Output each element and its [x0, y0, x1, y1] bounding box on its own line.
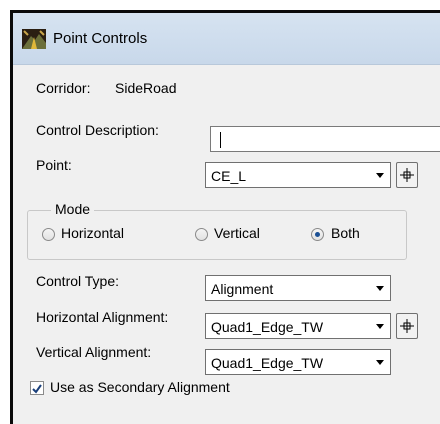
text-caret: [220, 132, 221, 148]
radio-both-label[interactable]: Both: [331, 225, 360, 241]
horizontal-alignment-value: Quad1_Edge_TW: [211, 319, 324, 335]
control-type-dropdown[interactable]: Alignment: [205, 275, 391, 301]
horizontal-alignment-dropdown[interactable]: Quad1_Edge_TW: [205, 313, 391, 339]
radio-vertical[interactable]: [195, 228, 208, 241]
secondary-alignment-label[interactable]: Use as Secondary Alignment: [50, 379, 230, 395]
vertical-alignment-label: Vertical Alignment:: [36, 344, 152, 360]
point-controls-dialog: Point Controls Corridor: SideRoad Contro…: [10, 10, 440, 424]
control-type-label: Control Type:: [36, 273, 120, 289]
control-type-value: Alignment: [211, 281, 274, 297]
control-description-input[interactable]: [210, 126, 440, 152]
control-description-label: Control Description:: [36, 122, 159, 138]
corridor-value: SideRoad: [115, 80, 177, 96]
app-icon: [22, 29, 46, 49]
crosshair-icon: [400, 168, 414, 182]
checkmark-icon: [32, 384, 42, 394]
radio-horizontal-label[interactable]: Horizontal: [61, 225, 124, 241]
point-value: CE_L: [211, 168, 247, 184]
point-pick-button[interactable]: [396, 162, 418, 188]
vertical-alignment-dropdown[interactable]: Quad1_Edge_TW: [205, 349, 391, 375]
corridor-label: Corridor:: [36, 80, 91, 96]
window-title: Point Controls: [53, 30, 148, 47]
secondary-alignment-checkbox[interactable]: [30, 381, 44, 395]
radio-vertical-label[interactable]: Vertical: [214, 225, 260, 241]
vertical-alignment-value: Quad1_Edge_TW: [211, 355, 324, 371]
radio-both[interactable]: [311, 228, 324, 241]
horizontal-alignment-pick-button[interactable]: [396, 313, 418, 339]
chevron-down-icon: [376, 286, 384, 291]
chevron-down-icon: [376, 360, 384, 365]
point-dropdown[interactable]: CE_L: [205, 162, 391, 188]
horizontal-alignment-label: Horizontal Alignment:: [36, 309, 169, 325]
chevron-down-icon: [376, 173, 384, 178]
title-bar: Point Controls: [13, 13, 440, 65]
point-label: Point:: [36, 157, 72, 173]
crosshair-icon: [400, 319, 414, 333]
mode-legend: Mode: [51, 201, 95, 217]
chevron-down-icon: [376, 324, 384, 329]
radio-horizontal[interactable]: [42, 228, 55, 241]
